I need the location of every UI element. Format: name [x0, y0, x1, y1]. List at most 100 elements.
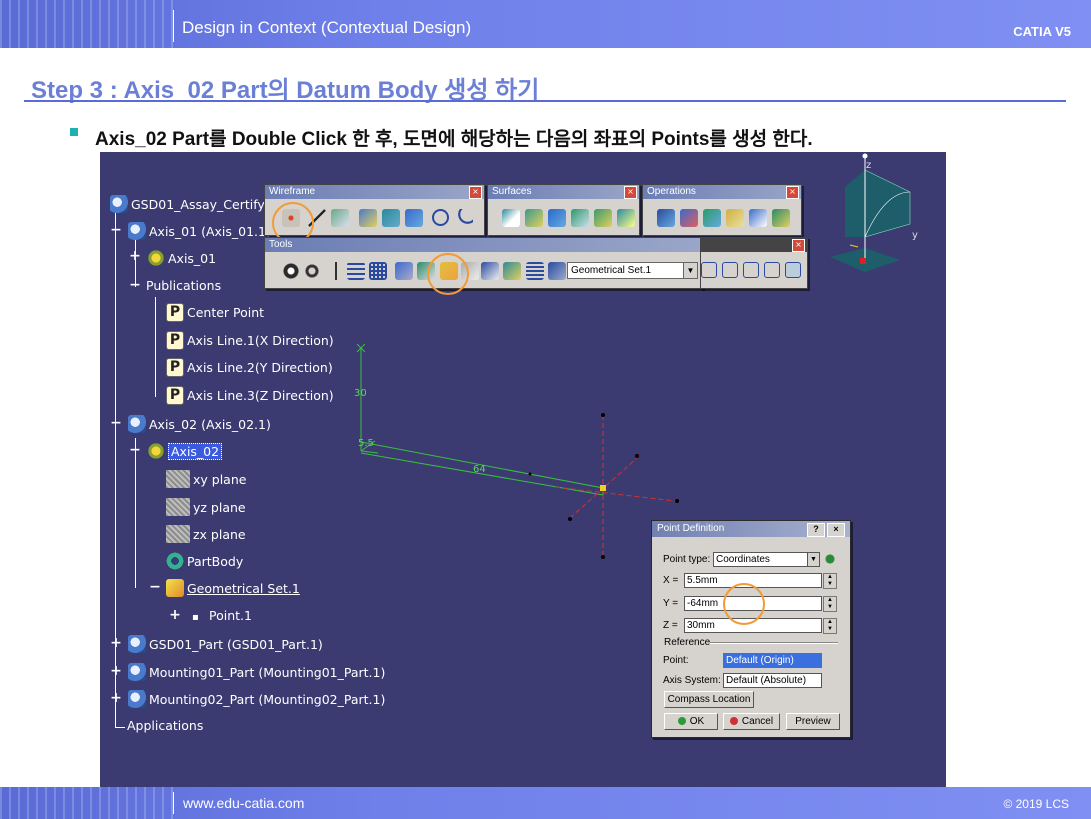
intersection-tool-icon[interactable] — [382, 209, 400, 227]
datum-icon[interactable] — [395, 262, 413, 280]
tree-item[interactable]: P Axis Line.2(Y Direction) — [166, 358, 333, 377]
compass-location-button[interactable]: Compass Location — [664, 691, 754, 708]
transform-icon[interactable] — [749, 209, 767, 227]
close-icon[interactable]: × — [624, 186, 637, 199]
tree-item[interactable]: yz plane — [166, 498, 246, 516]
operations-toolbar[interactable]: Operations × — [642, 184, 802, 236]
geometrical-set-icon — [166, 579, 184, 597]
circle-tool-icon[interactable] — [432, 209, 449, 226]
close-button[interactable]: × — [827, 523, 845, 537]
tree-item[interactable]: Axis_02 (Axis_02.1) — [128, 415, 271, 433]
ok-button[interactable]: OK — [664, 713, 718, 730]
y-spinner[interactable]: ▲ ▼ — [823, 596, 837, 612]
point-definition-dialog[interactable]: Point Definition ? × Point type: Coordin… — [651, 520, 851, 738]
spline-tool-icon[interactable] — [455, 209, 473, 227]
tree-item[interactable]: Mounting02_Part (Mounting02_Part.1) — [128, 690, 385, 708]
footer-url[interactable]: www.edu-catia.com — [183, 795, 304, 811]
offset-tool-icon[interactable] — [405, 209, 423, 227]
tree-item[interactable]: P Center Point — [166, 303, 264, 322]
tree-item-selected[interactable]: Axis_02 — [147, 442, 223, 460]
plane-tool-icon[interactable] — [331, 209, 349, 227]
z-label: Z = — [663, 620, 678, 631]
sweep-surface-icon[interactable] — [548, 209, 566, 227]
list-icon[interactable] — [526, 262, 544, 280]
cancel-button[interactable]: Cancel — [723, 713, 780, 730]
catia-viewport[interactable]: 30 5.5 64 z y GSD01_Assay_Certify − Axis… — [100, 152, 946, 788]
expand-icon[interactable]: + — [110, 664, 122, 678]
trim-icon[interactable] — [703, 209, 721, 227]
z-spinner[interactable]: ▲ ▼ — [823, 618, 837, 634]
grid-icon[interactable] — [369, 262, 387, 280]
collapse-icon[interactable]: − — [129, 278, 141, 292]
toolbar-title: Tools — [265, 238, 702, 252]
dimension-label-origin: 5.5 — [358, 438, 374, 449]
point-tool-icon[interactable] — [822, 551, 838, 567]
preview-button[interactable]: Preview — [786, 713, 840, 730]
point-reference-field[interactable]: Default (Origin) — [723, 653, 822, 668]
collapse-icon[interactable]: − — [129, 443, 141, 457]
x-spinner[interactable]: ▲ ▼ — [823, 573, 837, 589]
highlight-circle — [723, 583, 765, 625]
help-button[interactable]: ? — [807, 523, 825, 537]
close-icon[interactable]: × — [792, 239, 805, 252]
expand-icon[interactable]: + — [110, 636, 122, 650]
collapse-icon[interactable]: − — [110, 223, 122, 237]
compass-origin — [860, 258, 866, 264]
tree-item[interactable]: GSD01_Assay_Certify — [110, 195, 265, 213]
view-box-icon[interactable] — [722, 262, 738, 278]
split-icon[interactable] — [680, 209, 698, 227]
publication-icon: P — [166, 303, 184, 322]
join-icon[interactable] — [657, 209, 675, 227]
tree-item[interactable]: Applications — [127, 718, 203, 733]
collapse-icon[interactable]: − — [149, 580, 161, 594]
tree-item[interactable]: zx plane — [166, 525, 246, 543]
close-icon[interactable]: × — [786, 186, 799, 199]
ok-icon — [677, 717, 686, 725]
collapse-icon[interactable]: − — [110, 416, 122, 430]
chevron-down-icon[interactable]: ▼ — [807, 553, 819, 566]
loft-surface-icon[interactable] — [594, 209, 612, 227]
tree-item[interactable]: P Axis Line.3(Z Direction) — [166, 386, 334, 405]
expand-icon[interactable]: + — [169, 608, 181, 622]
extrude-surface-icon[interactable] — [502, 209, 520, 227]
axis-line-y — [554, 486, 676, 502]
tree-item[interactable]: ▪ Point.1 — [192, 608, 252, 623]
projection-tool-icon[interactable] — [359, 209, 377, 227]
view-box-icon[interactable] — [764, 262, 780, 278]
view-box-icon[interactable] — [785, 262, 801, 278]
tree-item[interactable]: PartBody — [166, 552, 243, 570]
tree-item[interactable]: xy plane — [166, 470, 246, 488]
extrapolate-icon[interactable] — [772, 209, 790, 227]
axis-system-field[interactable]: Default (Absolute) — [723, 673, 822, 688]
work-on-support-icon[interactable] — [347, 262, 365, 280]
view-box-icon[interactable] — [701, 262, 717, 278]
tree-item[interactable]: P Axis Line.1(X Direction) — [166, 331, 334, 350]
tree-item[interactable]: Axis_01 — [147, 249, 216, 267]
tree-item[interactable]: Mounting01_Part (Mounting01_Part.1) — [128, 663, 385, 681]
tools-toolbar[interactable]: Tools Geometrical Set.1 ▼ — [264, 237, 703, 289]
axis-system-icon[interactable] — [327, 262, 345, 280]
hide-show-icon[interactable] — [303, 262, 321, 280]
geometrical-set-select[interactable]: Geometrical Set.1 ▼ — [567, 262, 698, 279]
chevron-down-icon[interactable]: ▼ — [683, 263, 697, 278]
compass-plane-zy — [864, 169, 911, 238]
point-type-select[interactable]: Coordinates ▼ — [713, 552, 820, 567]
update-icon[interactable] — [282, 262, 300, 280]
tree-item[interactable]: Publications — [146, 278, 221, 293]
surfaces-toolbar[interactable]: Surfaces × — [487, 184, 640, 236]
tree-item[interactable]: Geometrical Set.1 — [166, 579, 300, 597]
close-icon[interactable]: × — [469, 186, 482, 199]
view-toolbar[interactable]: × — [700, 237, 808, 289]
tree-item[interactable]: GSD01_Part (GSD01_Part.1) — [128, 635, 323, 653]
fillet-icon[interactable] — [726, 209, 744, 227]
tree-item[interactable]: Axis_01 (Axis_01.1) — [128, 222, 271, 240]
expand-icon[interactable]: + — [110, 691, 122, 705]
fill-surface-icon[interactable] — [571, 209, 589, 227]
expand-icon[interactable]: + — [129, 249, 141, 263]
geometrical-set-tool-icon[interactable] — [481, 262, 499, 280]
revolve-surface-icon[interactable] — [525, 209, 543, 227]
view-box-icon[interactable] — [743, 262, 759, 278]
blend-surface-icon[interactable] — [617, 209, 635, 227]
body-icon[interactable] — [548, 262, 566, 280]
measure-icon[interactable] — [503, 262, 521, 280]
